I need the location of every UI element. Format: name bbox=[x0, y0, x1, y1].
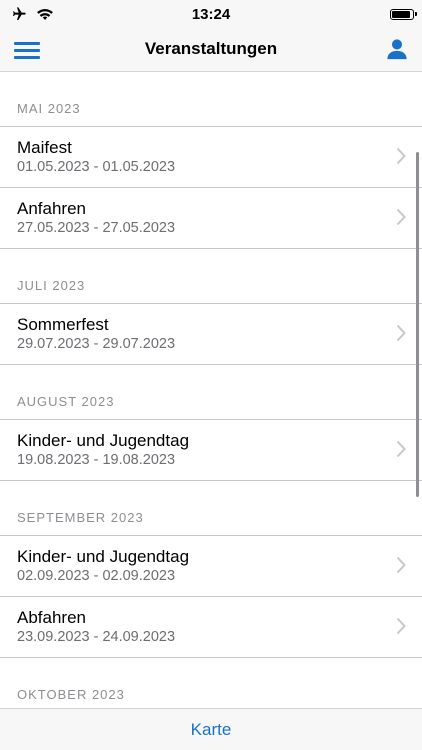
section-header: JULI 2023 bbox=[0, 249, 422, 304]
map-button[interactable]: Karte bbox=[191, 720, 232, 740]
section-header: OKTOBER 2023 bbox=[0, 658, 422, 708]
event-title: Anfahren bbox=[17, 199, 86, 218]
user-icon[interactable] bbox=[386, 38, 408, 60]
list-item[interactable]: Anfahren 27.05.2023 - 27.05.2023 bbox=[0, 188, 422, 249]
list-item[interactable]: Sommerfest 29.07.2023 - 29.07.2023 bbox=[0, 304, 422, 365]
event-dates: 02.09.2023 - 02.09.2023 bbox=[17, 568, 176, 584]
page-title: Veranstaltungen bbox=[144, 39, 278, 58]
bottom-bar: Karte bbox=[0, 708, 422, 750]
list-item[interactable]: Kinder- und Jugendtag 19.08.2023 - 19.08.… bbox=[0, 420, 422, 481]
status-time: 13:24 bbox=[191, 6, 231, 23]
list-item[interactable]: Maifest 01.05.2023 - 01.05.2023 bbox=[0, 127, 422, 188]
event-dates: 01.05.2023 - 01.05.2023 bbox=[17, 159, 176, 175]
chevron-right-icon bbox=[396, 208, 406, 226]
event-dates: 23.09.2023 - 24.09.2023 bbox=[17, 629, 176, 645]
event-title: Abfahren bbox=[17, 608, 86, 627]
section-header: AUGUST 2023 bbox=[0, 365, 422, 420]
chevron-right-icon bbox=[396, 147, 406, 165]
list-item[interactable]: Abfahren 23.09.2023 - 24.09.2023 bbox=[0, 597, 422, 658]
chevron-right-icon bbox=[396, 556, 406, 574]
event-title: Kinder- und Jugendtag bbox=[17, 547, 190, 566]
chevron-right-icon bbox=[396, 324, 406, 342]
section-header: MAI 2023 bbox=[0, 72, 422, 127]
event-dates: 19.08.2023 - 19.08.2023 bbox=[17, 452, 176, 468]
event-title: Maifest bbox=[17, 138, 72, 157]
event-list[interactable]: MAI 2023 Maifest 01.05.2023 - 01.05.2023 An… bbox=[0, 72, 422, 708]
status-bar: 13:24 bbox=[0, 0, 422, 28]
event-title: Sommerfest bbox=[17, 315, 109, 334]
list-item[interactable]: Kinder- und Jugendtag 02.09.2023 - 02.09.… bbox=[0, 536, 422, 597]
scrollbar[interactable] bbox=[416, 152, 419, 497]
event-dates: 27.05.2023 - 27.05.2023 bbox=[17, 220, 176, 236]
section-header: SEPTEMBER 2023 bbox=[0, 481, 422, 536]
event-dates: 29.07.2023 - 29.07.2023 bbox=[17, 336, 176, 352]
chevron-right-icon bbox=[396, 617, 406, 635]
event-title: Kinder- und Jugendtag bbox=[17, 431, 190, 450]
chevron-right-icon bbox=[396, 440, 406, 458]
battery-icon bbox=[390, 8, 417, 20]
nav-bar: Veranstaltungen bbox=[0, 28, 422, 72]
